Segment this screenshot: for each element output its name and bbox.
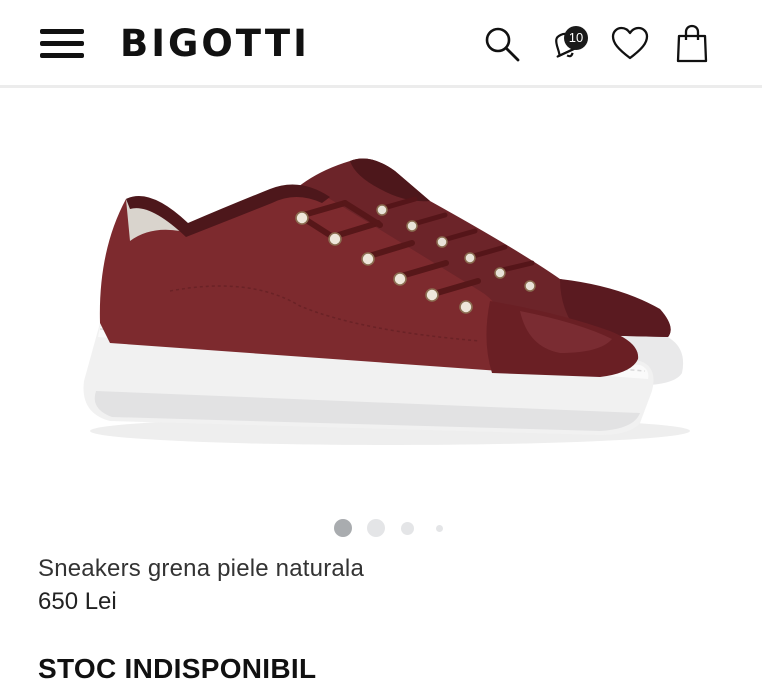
notification-badge: 10 (564, 26, 588, 50)
carousel-dot-active[interactable] (334, 519, 352, 537)
carousel-dot[interactable] (436, 525, 443, 532)
notification-bell-icon[interactable]: 10 (544, 22, 588, 66)
menu-bar (40, 41, 84, 46)
carousel-pagination (0, 518, 762, 538)
product-name: Sneakers grena piele naturala (38, 555, 365, 582)
shopping-bag-icon[interactable] (670, 22, 714, 66)
stock-status: STOC INDISPONIBIL (38, 653, 317, 684)
product-image[interactable] (0, 91, 762, 511)
carousel-dot[interactable] (401, 522, 414, 535)
site-header: BIGOTTI 10 (0, 0, 762, 88)
heart-icon[interactable] (608, 22, 652, 66)
brand-logo[interactable]: BIGOTTI (120, 22, 310, 66)
menu-icon[interactable] (38, 26, 86, 62)
menu-bar (40, 53, 84, 58)
menu-bar (40, 29, 84, 34)
carousel-dot[interactable] (367, 519, 385, 537)
product-price: 650 Lei (38, 588, 117, 615)
sneaker-illustration (83, 158, 690, 445)
search-icon[interactable] (480, 22, 524, 66)
